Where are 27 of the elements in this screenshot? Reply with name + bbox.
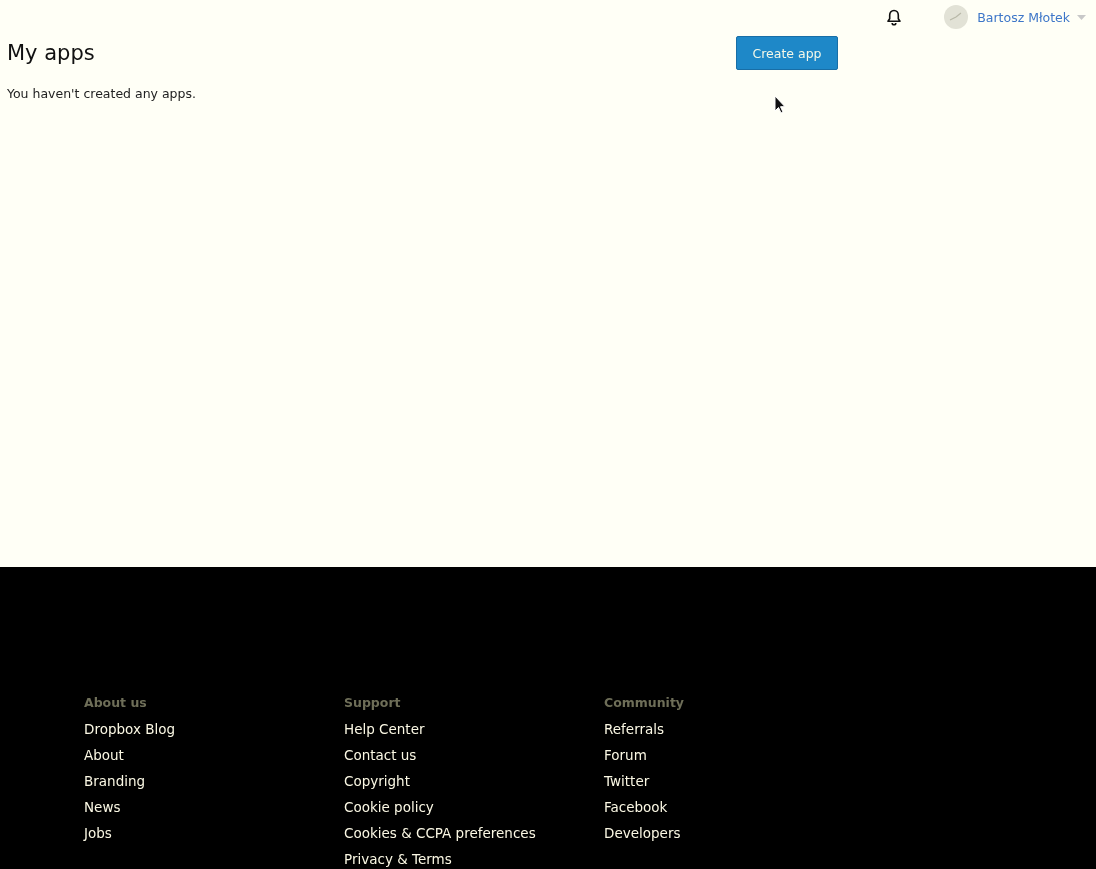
bell-icon[interactable]: [886, 8, 903, 26]
footer-link[interactable]: News: [84, 798, 121, 824]
footer-heading: Support: [344, 694, 402, 712]
footer-link[interactable]: Twitter: [604, 772, 650, 798]
page-title: My apps: [7, 41, 95, 65]
footer-link[interactable]: Branding: [84, 772, 146, 798]
avatar-icon[interactable]: [944, 5, 969, 29]
footer-link[interactable]: Developers: [604, 824, 681, 850]
footer-link[interactable]: Forum: [604, 746, 647, 772]
footer-link[interactable]: Referrals: [604, 720, 665, 746]
caret-icon[interactable]: [1077, 14, 1086, 20]
footer-heading: Community: [604, 694, 686, 712]
user-name[interactable]: Bartosz Młotek: [977, 9, 1070, 25]
empty-message: You haven't created any apps.: [7, 86, 197, 101]
footer-heading: About us: [84, 694, 148, 712]
footer-link[interactable]: Cookies & CCPA preferences: [344, 824, 536, 850]
create-app-button[interactable]: Create app: [736, 36, 838, 70]
footer-link[interactable]: Dropbox Blog: [84, 720, 175, 746]
footer-link[interactable]: Help Center: [344, 720, 425, 746]
footer-link[interactable]: Copyright: [344, 772, 410, 798]
footer-link[interactable]: Contact us: [344, 746, 417, 772]
footer-link[interactable]: Cookie policy: [344, 798, 434, 824]
footer-link[interactable]: About: [84, 746, 124, 772]
footer-link[interactable]: Facebook: [604, 798, 668, 824]
mouse-pointer-icon: [774, 95, 786, 114]
footer-link[interactable]: Jobs: [84, 824, 112, 850]
footer-link[interactable]: Privacy & Terms: [344, 850, 452, 869]
